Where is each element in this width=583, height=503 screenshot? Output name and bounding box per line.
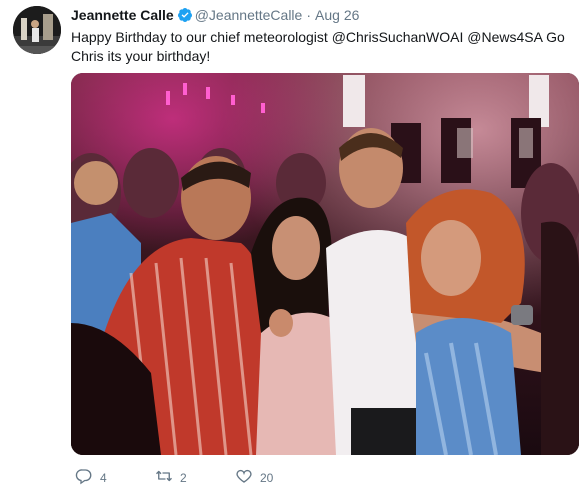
avatar-photo [13,6,61,54]
author-handle[interactable]: @JeannetteCalle [195,7,303,23]
tweet-photo[interactable] [71,73,579,455]
author-name[interactable]: Jeannette Calle [71,7,174,23]
retweet-icon [155,467,173,490]
tweet-date[interactable]: Aug 26 [315,7,359,23]
party-photo-image [71,73,579,455]
retweet-button[interactable]: 2 [155,466,187,490]
reply-button[interactable]: 4 [75,466,107,490]
verified-badge-icon [177,7,193,23]
like-button[interactable]: 20 [235,466,273,490]
tweet-header: Jeannette Calle @JeannetteCalle · Aug 26 [71,6,359,24]
tweet-text: Happy Birthday to our chief meteorologis… [71,29,565,64]
reply-count: 4 [100,471,107,485]
retweet-count: 2 [180,471,187,485]
reply-icon [75,467,93,490]
avatar[interactable] [13,6,61,54]
separator-dot: · [306,7,312,23]
tweet[interactable]: Jeannette Calle @JeannetteCalle · Aug 26 Ha… [0,0,583,503]
like-count: 20 [260,471,274,485]
heart-icon [235,467,253,490]
